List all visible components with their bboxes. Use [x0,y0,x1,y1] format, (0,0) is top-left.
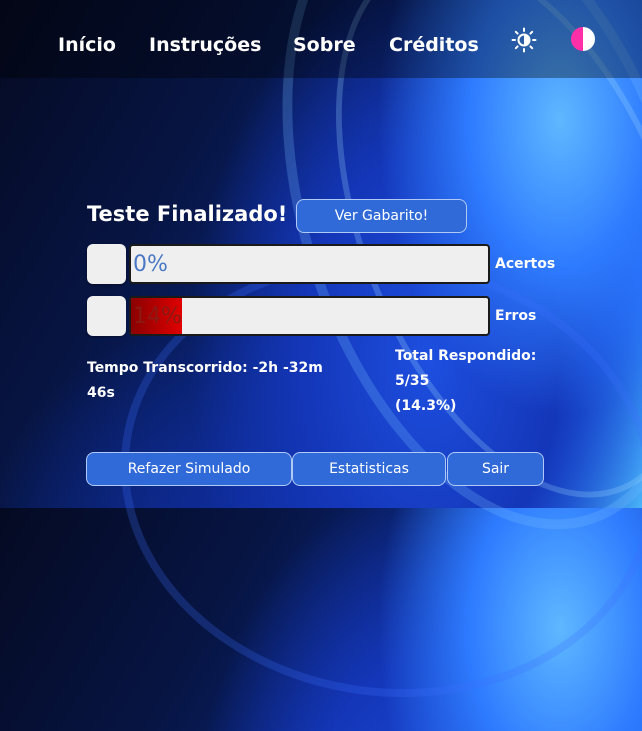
nav-link-creditos[interactable]: Créditos [389,34,479,56]
correct-progress-bar: 0% [129,244,490,284]
contrast-icon[interactable] [571,27,595,51]
exit-button[interactable]: Sair [447,452,544,486]
nav-link-inicio[interactable]: Início [58,34,116,56]
errors-label: Erros [495,308,537,324]
elapsed-time: Tempo Transcorrido: -2h -32m 46s [87,356,377,406]
nav-link-instrucoes[interactable]: Instruções [149,34,261,56]
total-answered-percent: (14.3%) [395,398,457,414]
retry-simulation-button[interactable]: Refazer Simulado [86,452,292,486]
total-answered-label: Total Respondido: [395,348,537,364]
top-navigation-bar: Início Instruções Sobre Créditos [0,0,642,78]
result-title: Teste Finalizado! [87,202,288,226]
errors-indicator-box [87,296,126,336]
view-answer-key-button[interactable]: Ver Gabarito! [296,199,467,233]
total-answered: Total Respondido: 5/35 (14.3%) [395,344,635,419]
errors-progress-text: 14% [133,304,182,329]
nav-link-sobre[interactable]: Sobre [293,34,356,56]
statistics-button[interactable]: Estatisticas [292,452,446,486]
correct-progress-text: 0% [133,252,168,277]
elapsed-time-label: Tempo Transcorrido: -2h -32m [87,360,323,376]
background-wave [207,0,642,583]
errors-progress-bar: 14% [129,296,490,336]
correct-label: Acertos [495,256,556,272]
elapsed-time-seconds: 46s [87,385,115,401]
total-answered-count: 5/35 [395,373,430,389]
sun-icon[interactable] [511,27,537,53]
correct-indicator-box [87,244,126,284]
